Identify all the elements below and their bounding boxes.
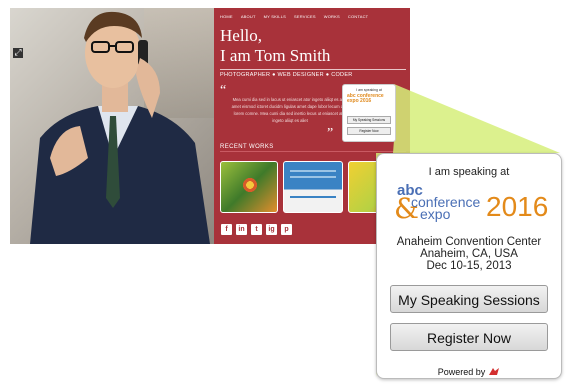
divider xyxy=(220,69,406,70)
quote-close-icon: ” xyxy=(327,126,334,141)
work-thumbnail-2[interactable] xyxy=(283,161,343,213)
nav-contact[interactable]: CONTACT xyxy=(348,14,368,19)
arrows-icon[interactable]: ⤢ xyxy=(13,48,23,58)
social-links: f in t ig p xyxy=(221,224,292,235)
nav-services[interactable]: SERVICES xyxy=(294,14,316,19)
conference-logo: abc & conference expo 2016 xyxy=(394,182,554,232)
quote-text: Mea cumi dia sed in lacus ut eniascet at… xyxy=(231,97,349,123)
mini-sessions-button[interactable]: My Speaking Sessions xyxy=(347,116,391,124)
powered-by: Powered by xyxy=(377,367,561,377)
nav-skills[interactable]: MY SKILLS xyxy=(264,14,286,19)
mini-speaker-widget: I am speaking at abc conference expo 201… xyxy=(342,84,396,142)
speaker-widget: I am speaking at abc & conference expo 2… xyxy=(376,153,562,379)
quote-open-icon: “ xyxy=(220,83,227,98)
logo-expo: expo xyxy=(420,206,451,222)
nav-menu: HOME ABOUT MY SKILLS SERVICES WORKS CONT… xyxy=(220,14,368,19)
hero-heading-line2: I am Tom Smith xyxy=(220,46,331,65)
mini-register-button[interactable]: Register Now xyxy=(347,127,391,135)
event-dates: Dec 10-15, 2013 xyxy=(426,260,512,272)
twitter-icon[interactable]: t xyxy=(251,224,262,235)
event-location: Anaheim Convention Center Anaheim, CA, U… xyxy=(377,236,561,272)
nav-home[interactable]: HOME xyxy=(220,14,233,19)
widget-title: I am speaking at xyxy=(428,166,510,178)
hero-photo: ⤢ xyxy=(10,8,214,244)
recent-works-heading: RECENT WORKS xyxy=(220,144,274,150)
nav-works[interactable]: WORKS xyxy=(324,14,340,19)
venue-city: Anaheim, CA, USA xyxy=(420,248,518,260)
powered-by-logo-icon[interactable] xyxy=(488,367,500,376)
speaking-sessions-button[interactable]: My Speaking Sessions xyxy=(390,285,548,313)
mini-widget-logo: abc conference expo 2016 xyxy=(347,93,384,104)
register-now-button[interactable]: Register Now xyxy=(390,323,548,351)
nav-about[interactable]: ABOUT xyxy=(241,14,256,19)
hero-heading-line1: Hello, xyxy=(220,26,263,45)
powered-by-label: Powered by xyxy=(437,367,486,377)
pinterest-icon[interactable]: p xyxy=(281,224,292,235)
venue-name: Anaheim Convention Center xyxy=(396,236,542,248)
roles-text: PHOTOGRAPHER ● WEB DESIGNER ● CODER xyxy=(220,72,353,78)
facebook-icon[interactable]: f xyxy=(221,224,232,235)
mini-widget-title: I am speaking at xyxy=(356,88,382,92)
instagram-icon[interactable]: ig xyxy=(266,224,277,235)
logo-year: 2016 xyxy=(486,191,549,222)
linkedin-icon[interactable]: in xyxy=(236,224,247,235)
hero-heading: Hello, I am Tom Smith xyxy=(220,26,330,66)
divider xyxy=(220,151,406,152)
businessman-image xyxy=(30,11,210,244)
work-thumbnail-1[interactable] xyxy=(220,161,278,213)
